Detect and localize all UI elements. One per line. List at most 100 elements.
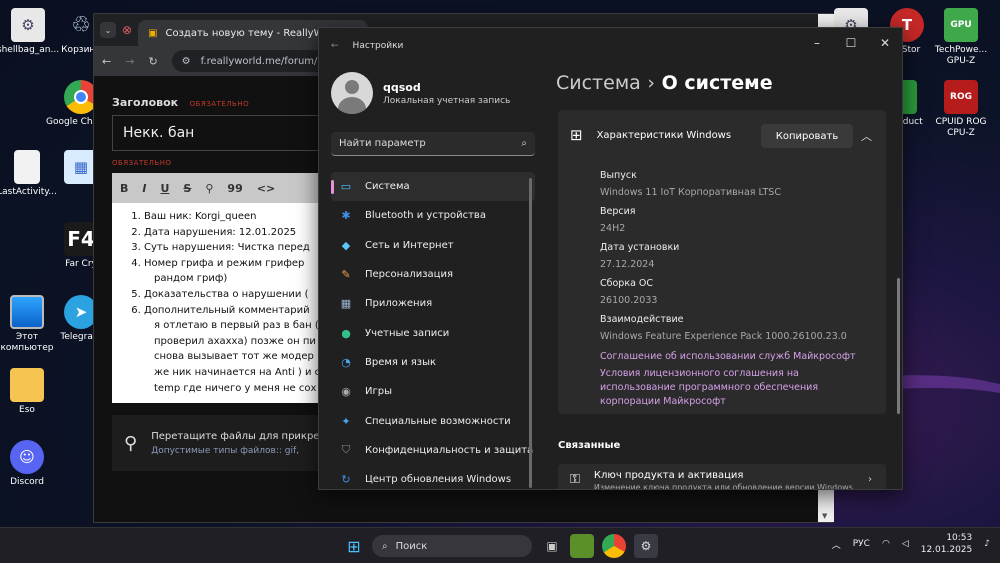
specs-list: Выпуск Windows 11 IoT Корпоративная LTSC…: [558, 170, 886, 409]
spec-key: Взаимодействие: [600, 314, 684, 325]
spec-value: 26100.2033: [600, 295, 658, 306]
services-agreement-link[interactable]: Соглашение об использовании служб Майкро…: [600, 350, 886, 364]
desktop-icon-eso[interactable]: Eso: [0, 368, 62, 416]
gear-file-icon: ⚙: [11, 8, 45, 42]
product-key-item[interactable]: ⚿ Ключ продукта и активация Изменение кл…: [558, 464, 886, 489]
wifi-icon: ◆: [341, 238, 351, 252]
back-icon[interactable]: ←: [102, 55, 111, 68]
underline-button[interactable]: U: [160, 182, 169, 195]
nav-item-bluetooth[interactable]: ✱ Bluetooth и устройства: [331, 201, 535, 230]
strike-button[interactable]: S: [183, 182, 191, 195]
notification-bell-icon[interactable]: ♪: [984, 539, 990, 549]
chevron-up-icon[interactable]: ︿: [832, 538, 841, 551]
allowed-types: Допустимые типы файлов:: gif,: [151, 445, 300, 456]
scroll-down-icon[interactable]: ▼: [822, 512, 827, 520]
content-scrollbar[interactable]: [897, 278, 900, 414]
shield-icon: ⛉: [341, 443, 351, 457]
nav-item-personalization[interactable]: ✎ Персонализация: [331, 260, 535, 289]
taskbar: ⊞ ⌕ Поиск ▣ ⚙ ︿ РУС ◠ ◁ 10:53 12.01.2025…: [0, 527, 1000, 563]
breadcrumb-parent[interactable]: Система: [556, 72, 641, 94]
chevron-right-icon: ›: [868, 473, 872, 485]
volume-icon[interactable]: ◁: [902, 539, 909, 549]
forward-icon[interactable]: →: [125, 55, 134, 68]
gamepad-icon: ◉: [341, 385, 351, 399]
spec-key: Дата установки: [600, 242, 680, 253]
editor-required-badge: ОБЯЗАТЕЛЬНО: [112, 159, 172, 167]
nav-item-gaming[interactable]: ◉ Игры: [331, 377, 535, 406]
breadcrumb-separator: ›: [647, 72, 656, 94]
windows-logo-icon: ⊞: [570, 126, 583, 144]
link-button[interactable]: ⚲: [205, 182, 213, 195]
bold-button[interactable]: B: [120, 182, 128, 195]
maximize-icon[interactable]: ☐: [834, 28, 868, 58]
spec-value: Windows 11 IoT Корпоративная LTSC: [600, 187, 781, 198]
nav-item-accounts[interactable]: ● Учетные записи: [331, 318, 535, 347]
desktop-icon-gpuz[interactable]: GPU TechPowe... GPU-Z: [926, 8, 996, 67]
chevron-up-icon[interactable]: ︿: [861, 128, 872, 144]
nav-item-system[interactable]: ▭ Система: [331, 172, 535, 202]
breadcrumb-current: О системе: [661, 72, 773, 94]
user-name: qqsod: [383, 80, 421, 94]
brush-icon: ✎: [341, 268, 351, 282]
taskbar-search[interactable]: ⌕ Поиск: [372, 535, 532, 557]
nav-item-network[interactable]: ◆ Сеть и Интернет: [331, 231, 535, 260]
wifi-icon[interactable]: ◠: [882, 539, 890, 549]
windows-specs-card: ⊞ Характеристики Windows Копировать ︿ Вы…: [558, 110, 886, 414]
accessibility-icon: ✦: [341, 414, 351, 428]
clock[interactable]: 10:53 12.01.2025: [921, 532, 973, 556]
nav-item-apps[interactable]: ▦ Приложения: [331, 289, 535, 318]
copy-button[interactable]: Копировать: [761, 124, 853, 148]
nav-item-windows-update[interactable]: ↻ Центр обновления Windows: [331, 465, 535, 489]
chrome-icon[interactable]: [602, 534, 626, 558]
tab-list-icon[interactable]: ⌄: [100, 22, 116, 38]
settings-search-input[interactable]: Найти параметр ⌕: [331, 132, 535, 156]
nav-item-time-language[interactable]: ◔ Время и язык: [331, 348, 535, 377]
nav-item-privacy[interactable]: ⛉ Конфиденциальность и защита: [331, 436, 535, 465]
extension-icon[interactable]: ⊗: [122, 23, 132, 37]
desktop-icon-discord[interactable]: ☺ Discord: [0, 440, 62, 488]
search-icon: ⌕: [382, 540, 388, 552]
spec-key: Версия: [600, 206, 636, 217]
attach-text: Перетащите файлы для прикре: [151, 430, 320, 442]
paperclip-icon: ⚲: [124, 432, 138, 454]
nav-item-accessibility[interactable]: ✦ Специальные возможности: [331, 406, 535, 435]
avatar: [331, 72, 373, 114]
nav-scrollbar[interactable]: [529, 178, 532, 488]
discord-icon: ☺: [10, 440, 44, 474]
settings-window: ← Настройки – ☐ ✕ qqsod Локальная учетна…: [318, 27, 903, 490]
italic-button[interactable]: I: [142, 182, 146, 195]
settings-nav: ▭ Система ✱ Bluetooth и устройства ◆ Сеть и…: [331, 172, 535, 489]
task-view-icon[interactable]: ▣: [540, 534, 564, 558]
document-icon: [14, 150, 40, 184]
site-favicon-icon: ▣: [148, 27, 158, 39]
page-title: Система › О системе: [556, 72, 773, 94]
spec-key: Выпуск: [600, 170, 637, 181]
search-icon: ⌕: [521, 138, 527, 149]
user-profile[interactable]: qqsod Локальная учетная запись: [331, 72, 510, 114]
gpuz-icon: GPU: [944, 8, 978, 42]
license-terms-link[interactable]: Условия лицензионного соглашения на испо…: [600, 367, 830, 409]
account-type: Локальная учетная запись: [383, 95, 511, 106]
back-icon[interactable]: ←: [331, 41, 339, 51]
settings-gear-icon[interactable]: ⚙: [634, 534, 658, 558]
close-icon[interactable]: ✕: [868, 28, 902, 58]
reload-icon[interactable]: ↻: [148, 55, 157, 68]
start-button[interactable]: ⊞: [342, 534, 366, 558]
cpuz-icon: ROG: [944, 80, 978, 114]
minimize-icon[interactable]: –: [800, 28, 834, 58]
spec-value: Windows Feature Experience Pack 1000.261…: [600, 331, 847, 342]
code-button[interactable]: <>: [257, 182, 275, 195]
key-icon: ⚿: [570, 471, 580, 487]
desktop-icon-cpuz[interactable]: ROG CPUID ROG CPU-Z: [926, 80, 996, 139]
folder-icon: [10, 368, 44, 402]
person-icon: ●: [341, 326, 351, 340]
minecraft-icon[interactable]: [570, 534, 594, 558]
related-heading: Связанные: [558, 440, 621, 451]
product-key-sub: Изменение ключа продукта или обновление …: [593, 482, 853, 489]
window-controls: – ☐ ✕: [800, 28, 902, 58]
site-info-icon[interactable]: ⚙: [182, 56, 191, 67]
quote-button[interactable]: 99: [227, 182, 242, 195]
bluetooth-icon: ✱: [341, 209, 351, 223]
title-label: Заголовок: [112, 96, 179, 109]
language-indicator[interactable]: РУС: [853, 539, 870, 549]
